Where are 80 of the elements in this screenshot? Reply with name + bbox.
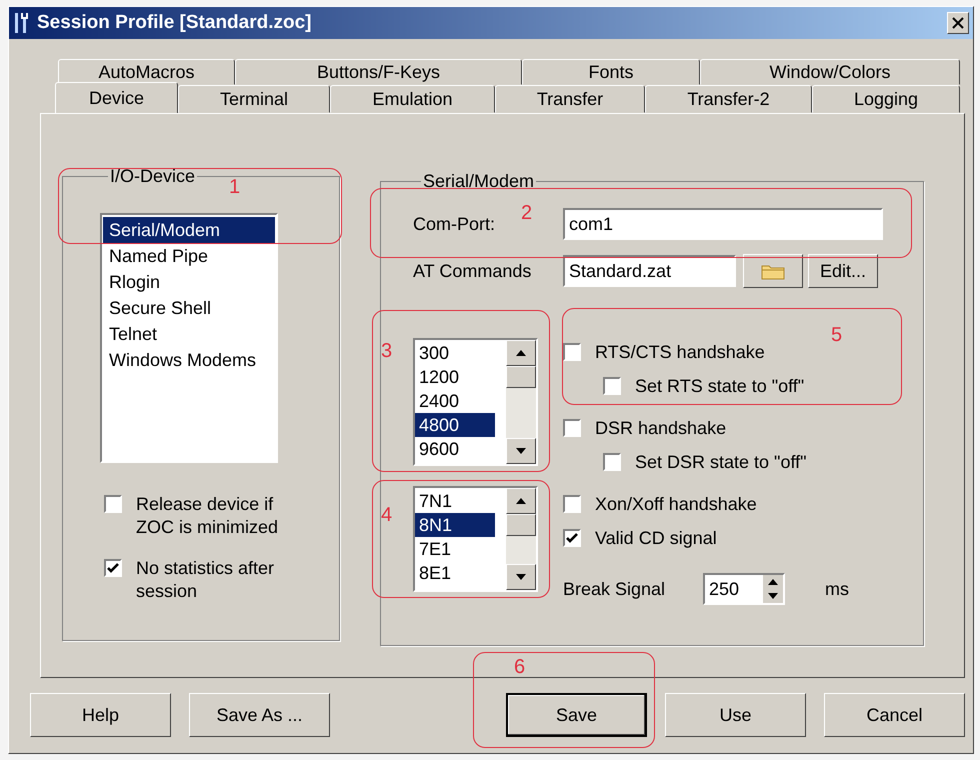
close-icon <box>952 17 964 29</box>
scroll-down-button[interactable] <box>506 438 536 464</box>
checkbox-label: Set RTS state to "off" <box>635 375 804 398</box>
scroll-down-button[interactable] <box>506 564 536 590</box>
input-field[interactable]: Standard.zat <box>563 255 736 287</box>
checkbox-label: RTS/CTS handshake <box>595 341 765 364</box>
callout-number: 2 <box>521 203 532 223</box>
tools-icon <box>13 11 31 35</box>
list-item[interactable]: Named Pipe <box>103 243 275 269</box>
dialog-button[interactable]: Use <box>665 693 806 737</box>
up-arrow-icon <box>515 497 527 505</box>
tab[interactable]: Emulation <box>330 85 495 113</box>
checkbox[interactable] <box>563 343 581 361</box>
checkbox-label: DSR handshake <box>595 417 726 440</box>
group-label: I/O-Device <box>109 166 196 187</box>
unit-label: ms <box>825 578 849 600</box>
scroll-up-button[interactable] <box>506 340 536 366</box>
callout-number: 6 <box>514 657 526 677</box>
tab[interactable]: Window/Colors <box>700 59 960 85</box>
list-item[interactable]: 9600 <box>415 437 495 461</box>
field-label: Break Signal <box>563 578 666 600</box>
tab[interactable]: AutoMacros <box>58 59 235 85</box>
scrollbar[interactable] <box>506 488 536 590</box>
list-item[interactable]: Rlogin <box>103 269 275 295</box>
edit-button[interactable]: Edit... <box>808 254 878 288</box>
browse-button[interactable] <box>743 254 803 288</box>
scrollbar-thumb[interactable] <box>506 514 536 536</box>
dialog-button[interactable]: Help <box>30 693 171 737</box>
checkbox[interactable] <box>603 377 621 395</box>
callout-number: 1 <box>229 177 240 197</box>
group-label: Serial/Modem <box>422 171 536 192</box>
list-item[interactable]: 7E1 <box>415 537 495 561</box>
scrollbar-thumb[interactable] <box>506 366 536 388</box>
tab[interactable]: Terminal <box>178 85 330 113</box>
tab[interactable]: Buttons/F-Keys <box>235 59 522 85</box>
down-arrow-icon <box>515 573 527 581</box>
callout-number: 3 <box>381 341 392 361</box>
checkbox-label: Valid CD signal <box>595 527 717 550</box>
field-label: AT Commands <box>413 260 532 282</box>
list-item[interactable]: 300 <box>415 341 495 365</box>
callout-number: 5 <box>831 325 842 345</box>
checkbox[interactable] <box>563 529 581 547</box>
spin-field[interactable]: 250 <box>703 573 785 605</box>
scrollbar[interactable] <box>506 340 536 464</box>
close-button[interactable] <box>947 12 969 34</box>
tab[interactable]: Logging <box>812 85 960 113</box>
checkbox-label: No statistics after session <box>136 557 276 603</box>
list-item[interactable]: 7N1 <box>415 489 495 513</box>
list-item[interactable]: 1200 <box>415 365 495 389</box>
list-item[interactable]: 8E1 <box>415 561 495 585</box>
input-field[interactable]: com1 <box>563 208 883 240</box>
window-title: Session Profile [Standard.zoc] <box>37 12 312 34</box>
dialog-button[interactable]: Cancel <box>824 693 965 737</box>
checkbox[interactable] <box>104 559 122 577</box>
list-item[interactable]: Serial/Modem <box>103 217 275 243</box>
up-arrow-icon <box>515 349 527 357</box>
field-label: Com-Port: <box>413 214 496 234</box>
callout-number: 4 <box>381 505 392 525</box>
down-arrow-icon <box>515 447 527 455</box>
checkbox-label: Release device if ZOC is minimized <box>136 493 280 539</box>
list-item[interactable]: 2400 <box>415 389 495 413</box>
tab[interactable]: Transfer-2 <box>645 85 812 113</box>
dialog-button[interactable]: Save As ... <box>189 693 330 737</box>
list-item[interactable]: Secure Shell <box>103 295 275 321</box>
dialog-button[interactable]: Save <box>506 693 647 737</box>
list-item[interactable]: 8N1 <box>415 513 495 537</box>
tab[interactable]: Transfer <box>495 85 645 113</box>
list-item[interactable]: Telnet <box>103 321 275 347</box>
tab[interactable]: Device <box>55 82 178 113</box>
checkbox[interactable] <box>603 453 621 471</box>
list-item[interactable]: 4800 <box>415 413 495 437</box>
checkbox[interactable] <box>563 495 581 513</box>
checkbox[interactable] <box>104 495 122 513</box>
list-item[interactable]: Windows Modems <box>103 347 275 373</box>
checkbox[interactable] <box>563 419 581 437</box>
tab[interactable]: Fonts <box>522 59 700 85</box>
scroll-up-button[interactable] <box>506 488 536 514</box>
spin-arrows-icon[interactable] <box>763 575 783 603</box>
checkbox-label: Set DSR state to "off" <box>635 451 807 474</box>
checkbox-label: Xon/Xoff handshake <box>595 493 757 516</box>
